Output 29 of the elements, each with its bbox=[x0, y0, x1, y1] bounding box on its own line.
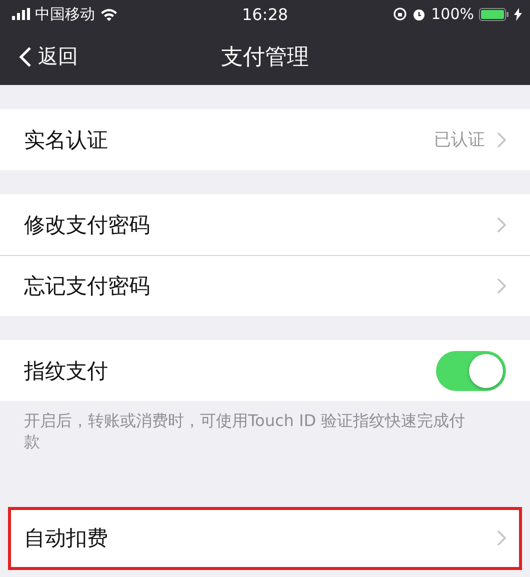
rotation-lock-icon bbox=[393, 7, 408, 21]
battery-icon bbox=[479, 8, 509, 20]
row-label: 指纹支付 bbox=[24, 358, 108, 384]
settings-row[interactable]: 修改支付密码 bbox=[0, 194, 530, 255]
row-label: 修改支付密码 bbox=[24, 212, 150, 238]
alarm-icon bbox=[412, 7, 426, 21]
row-label: 忘记支付密码 bbox=[24, 273, 150, 300]
status-time: 16:28 bbox=[242, 4, 288, 24]
settings-row[interactable]: 自动扣费 bbox=[8, 506, 522, 570]
chevron-icon bbox=[497, 132, 506, 148]
row-label: 实名认证 bbox=[24, 126, 108, 154]
settings-row[interactable]: 实名认证 已认证 bbox=[0, 109, 530, 170]
page-title: 支付管理 bbox=[221, 44, 309, 72]
carrier-name: 中国移动 bbox=[35, 4, 95, 24]
toggle-switch[interactable] bbox=[436, 350, 506, 390]
chevron-icon bbox=[497, 216, 506, 232]
chevron-icon bbox=[497, 530, 506, 546]
settings-row[interactable]: 指纹支付 bbox=[0, 340, 530, 401]
chevron-icon bbox=[497, 278, 506, 294]
battery-percent: 100% bbox=[431, 5, 474, 23]
hint-text: 开启后，转账或消费时，可使用Touch ID 验证指纹快速完成付款 bbox=[23, 410, 466, 453]
row-value: 已认证 bbox=[434, 129, 485, 151]
row-label: 自动扣费 bbox=[24, 525, 108, 552]
settings-row[interactable]: 忘记支付密码 bbox=[0, 255, 530, 316]
charging-icon bbox=[514, 8, 522, 20]
back-button[interactable]: 返回 bbox=[0, 43, 78, 70]
back-chevron-icon bbox=[18, 46, 32, 68]
wifi-icon bbox=[100, 8, 118, 20]
signal-icon bbox=[12, 8, 30, 20]
